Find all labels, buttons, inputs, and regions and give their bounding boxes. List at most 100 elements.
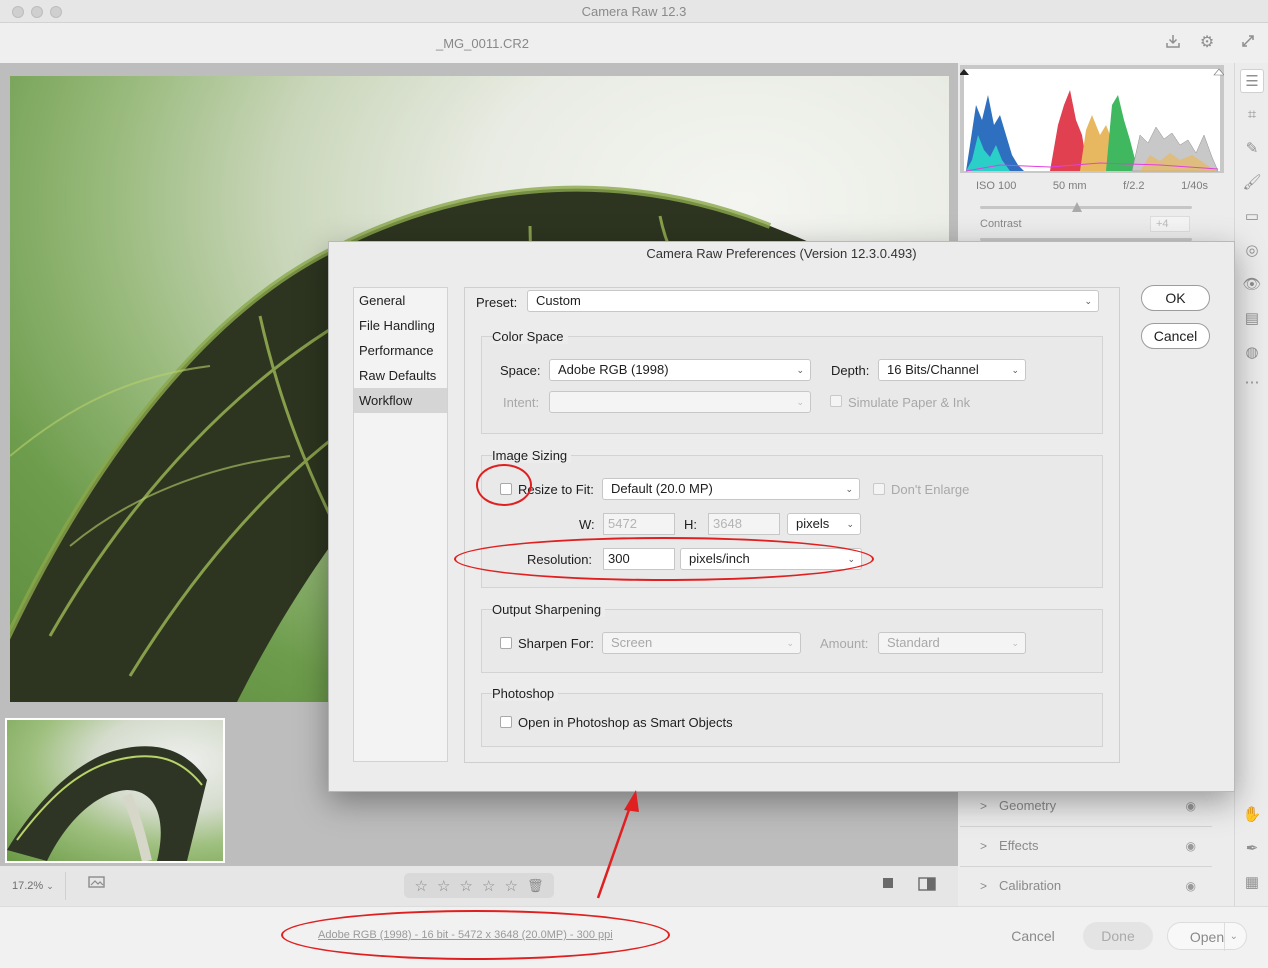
chevron-right-icon: > — [980, 879, 988, 893]
histogram — [960, 65, 1224, 173]
chevron-down-icon: ⌄ — [845, 484, 853, 494]
nav-item-raw-defaults[interactable]: Raw Defaults — [354, 363, 447, 388]
red-eye-icon[interactable]: 👁 — [1240, 273, 1264, 297]
resize-to-fit-select[interactable]: Default (20.0 MP) ⌄ — [602, 478, 860, 500]
panel-effects[interactable]: > Effects ◉ — [960, 826, 1212, 864]
star-1-icon[interactable]: ☆ — [415, 877, 428, 895]
trash-icon[interactable]: 🗑 — [527, 878, 544, 894]
dialog-cancel-button[interactable]: Cancel — [1141, 323, 1210, 349]
sharpen-for-label: Sharpen For: — [518, 636, 594, 651]
preset-label: Preset: — [476, 295, 518, 310]
aperture-value: f/2.2 — [1123, 180, 1145, 192]
exposure-slider-track[interactable] — [980, 206, 1192, 209]
depth-value: 16 Bits/Channel — [887, 362, 979, 377]
ok-button[interactable]: OK — [1141, 285, 1210, 311]
filmstrip-toggle-icon[interactable] — [88, 875, 108, 895]
preferences-nav: General File Handling Performance Raw De… — [353, 287, 448, 762]
window-title: Camera Raw 12.3 — [581, 4, 687, 19]
depth-select[interactable]: 16 Bits/Channel ⌄ — [878, 359, 1026, 381]
filmstrip-thumbnail[interactable] — [5, 718, 225, 863]
fullscreen-icon[interactable] — [1238, 33, 1258, 53]
nav-item-file-handling[interactable]: File Handling — [354, 313, 447, 338]
eye-icon[interactable]: ◉ — [1186, 787, 1196, 825]
dont-enlarge-label: Don't Enlarge — [891, 482, 970, 497]
radial-filter-icon[interactable]: ◎ — [1240, 239, 1264, 263]
cancel-button[interactable]: Cancel — [1004, 922, 1062, 950]
healing-brush-icon[interactable]: ✎ — [1240, 137, 1264, 161]
before-after-single-icon[interactable] — [878, 876, 898, 896]
sharpen-for-value: Screen — [611, 635, 653, 650]
focal-length-value: 50 mm — [1052, 180, 1087, 192]
chevron-down-icon: ⌄ — [796, 397, 804, 407]
smart-objects-checkbox[interactable] — [500, 716, 512, 728]
chevron-down-icon: ⌄ — [846, 519, 854, 529]
height-field[interactable]: 3648 — [708, 513, 780, 535]
brush-icon[interactable]: 🖌 — [1240, 171, 1264, 195]
intent-select[interactable]: ⌄ — [549, 391, 811, 413]
panel-calibration[interactable]: > Calibration ◉ — [960, 866, 1212, 904]
height-label: H: — [684, 517, 697, 532]
dialog-title: Camera Raw Preferences (Version 12.3.0.4… — [646, 246, 917, 261]
width-label: W: — [579, 517, 595, 532]
star-3-icon[interactable]: ☆ — [459, 877, 472, 895]
chevron-right-icon: > — [980, 799, 988, 813]
star-4-icon[interactable]: ☆ — [482, 877, 495, 895]
eye-icon[interactable]: ◉ — [1186, 827, 1196, 865]
chevron-down-icon: ⌄ — [1084, 296, 1092, 306]
gear-icon[interactable]: ⚙ — [1197, 33, 1217, 53]
sharpen-for-checkbox[interactable] — [500, 637, 512, 649]
snapshots-icon[interactable]: ▤ — [1240, 307, 1264, 331]
chevron-down-icon: ⌄ — [46, 881, 54, 891]
chevron-down-icon: ⌄ — [796, 365, 804, 375]
nav-item-general[interactable]: General — [354, 288, 447, 313]
amount-select[interactable]: Standard ⌄ — [878, 632, 1026, 654]
star-2-icon[interactable]: ☆ — [437, 877, 450, 895]
grid-icon[interactable]: ▦ — [1240, 871, 1264, 895]
preset-value: Custom — [536, 293, 581, 308]
panel-label: Geometry — [999, 798, 1057, 813]
smart-objects-label: Open in Photoshop as Smart Objects — [518, 715, 733, 730]
intent-label: Intent: — [503, 395, 540, 410]
rating-bar: ☆ ☆ ☆ ☆ ☆ 🗑 — [404, 873, 554, 898]
photoshop-title: Photoshop — [492, 686, 559, 701]
resize-to-fit-value: Default (20.0 MP) — [611, 481, 713, 496]
done-button[interactable]: Done — [1083, 922, 1153, 950]
annotation-ellipse-resolution — [454, 537, 874, 581]
space-select[interactable]: Adobe RGB (1998) ⌄ — [549, 359, 811, 381]
more-icon[interactable]: ⋯ — [1240, 371, 1264, 395]
space-value: Adobe RGB (1998) — [558, 362, 669, 377]
preset-select[interactable]: Custom ⌄ — [527, 290, 1099, 312]
dont-enlarge-checkbox[interactable] — [873, 483, 885, 495]
before-after-split-icon[interactable] — [917, 876, 937, 896]
nav-item-performance[interactable]: Performance — [354, 338, 447, 363]
crop-icon[interactable]: ⌗ — [1240, 103, 1264, 127]
save-icon[interactable] — [1163, 33, 1183, 53]
iso-value: ISO 100 — [976, 180, 1017, 192]
chevron-down-icon: ⌄ — [1011, 365, 1019, 375]
presets-icon[interactable]: ◍ — [1240, 341, 1264, 365]
gradient-filter-icon[interactable]: ▭ — [1240, 205, 1264, 229]
title-bar: Camera Raw 12.3 — [0, 0, 1268, 23]
eye-icon[interactable]: ◉ — [1186, 867, 1196, 905]
preferences-dialog: Camera Raw Preferences (Version 12.3.0.4… — [328, 241, 1235, 792]
color-sampler-icon[interactable]: ✒ — [1240, 837, 1264, 861]
open-button[interactable]: Open ⌄ — [1167, 922, 1247, 951]
shutter-speed-value: 1/40s — [1181, 180, 1208, 192]
tool-strip: ☰ ⌗ ✎ 🖌 ▭ ◎ 👁 ▤ ◍ ⋯ ✋ ✒ ▦ — [1234, 63, 1268, 906]
nav-item-workflow[interactable]: Workflow — [354, 388, 447, 413]
contrast-value-field[interactable]: +4 — [1150, 216, 1190, 232]
width-field[interactable]: 5472 — [603, 513, 675, 535]
size-units-select[interactable]: pixels ⌄ — [787, 513, 861, 535]
hand-icon[interactable]: ✋ — [1240, 803, 1264, 827]
edit-sliders-icon[interactable]: ☰ — [1240, 69, 1264, 93]
zoom-level-select[interactable]: 17.2% ⌄ — [4, 872, 66, 900]
output-sharpening-title: Output Sharpening — [492, 602, 606, 617]
preview-toolbar: 17.2% ⌄ ☆ ☆ ☆ ☆ ☆ 🗑 — [0, 866, 958, 906]
camera-info: ISO 100 50 mm f/2.2 1/40s — [976, 180, 1208, 192]
chevron-down-icon[interactable]: ⌄ — [1223, 923, 1238, 951]
sharpen-for-select[interactable]: Screen ⌄ — [602, 632, 801, 654]
star-5-icon[interactable]: ☆ — [504, 877, 517, 895]
simulate-paper-checkbox[interactable] — [830, 395, 842, 407]
amount-label: Amount: — [820, 636, 869, 651]
chevron-right-icon: > — [980, 839, 988, 853]
